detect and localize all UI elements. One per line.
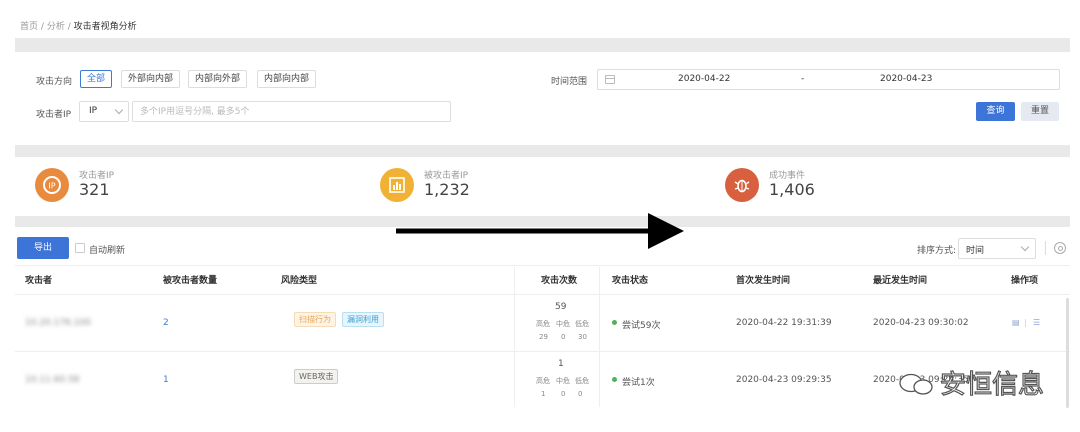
svg-text:IP: IP: [48, 182, 55, 191]
risk-tag: WEB攻击: [294, 369, 339, 384]
level-value-low: 30: [578, 333, 587, 341]
divider: |: [1024, 318, 1027, 327]
risk-tag: 扫描行为: [294, 312, 336, 327]
success-events-stat-value: 1,406: [769, 180, 815, 199]
breadcrumb-separator: /: [67, 22, 71, 32]
chevron-down-icon: [1020, 242, 1030, 252]
analyze-icon[interactable]: ☰: [1033, 318, 1040, 327]
breadcrumb-current: 攻击者视角分析: [73, 22, 137, 32]
column-header-attack-status[interactable]: 攻击状态: [612, 273, 648, 286]
direction-option-outside-in[interactable]: 外部向内部: [121, 70, 181, 88]
level-label-low: 低危: [575, 377, 589, 385]
ip-type-select[interactable]: IP: [79, 101, 129, 122]
attacker-ip-cell[interactable]: 10.20.176.100: [25, 318, 91, 328]
level-value-medium: 0: [561, 390, 566, 398]
date-separator: -: [801, 74, 805, 84]
level-label-high: 高危: [536, 377, 550, 385]
divider: [1045, 241, 1046, 255]
breadcrumb: 首页 / 分析 / 攻击者视角分析: [20, 19, 137, 32]
level-label-low: 低危: [575, 320, 589, 328]
last-time-cell: 2020-04-23 09:30:02: [873, 318, 969, 328]
level-value-medium: 0: [561, 333, 566, 341]
victim-count-cell[interactable]: 2: [163, 318, 169, 328]
chart-icon: [380, 168, 414, 202]
column-header-risk-type[interactable]: 风险类型: [281, 273, 317, 286]
column-header-last-time[interactable]: 最近发生时间: [873, 273, 927, 286]
row-border: [15, 351, 1070, 352]
scrollbar[interactable]: [1066, 298, 1069, 408]
ip-search-input[interactable]: [132, 101, 451, 122]
date-start[interactable]: 2020-04-22: [678, 74, 730, 84]
level-label-high: 高危: [536, 320, 550, 328]
chevron-down-icon: [114, 105, 124, 115]
column-header-attacker[interactable]: 攻击者: [25, 273, 52, 286]
column-divider: [599, 267, 600, 407]
level-value-low: 0: [578, 390, 583, 398]
column-header-first-time[interactable]: 首次发生时间: [736, 273, 790, 286]
date-end[interactable]: 2020-04-23: [880, 74, 932, 84]
column-header-attack-count[interactable]: 攻击次数: [541, 273, 577, 286]
status-dot: [612, 377, 617, 382]
arrow-icon: [396, 213, 684, 249]
column-divider: [514, 267, 515, 407]
level-value-high: 1: [541, 390, 546, 398]
direction-option-all[interactable]: 全部: [80, 70, 113, 88]
watermark-text: 安恒信息: [939, 369, 1045, 400]
time-range-label: 时间范围: [551, 77, 588, 87]
attack-total-cell: 59: [555, 302, 567, 312]
victim-count-cell[interactable]: 1: [163, 375, 169, 385]
auto-refresh-checkbox[interactable]: [75, 243, 85, 253]
attacker-ip-label: 攻击者IP: [36, 110, 72, 120]
column-header-actions: 操作项: [1011, 276, 1039, 286]
first-time-cell: 2020-04-22 19:31:39: [736, 318, 832, 328]
column-header-victim-count[interactable]: 被攻击者数量: [163, 273, 217, 286]
level-label-medium: 中危: [556, 320, 570, 328]
reset-button[interactable]: 重置: [1021, 102, 1059, 121]
breadcrumb-home[interactable]: 首页: [20, 22, 38, 32]
direction-option-inside-in[interactable]: 内部向内部: [257, 70, 317, 88]
gear-icon[interactable]: [1054, 242, 1066, 254]
attack-total-cell: 1: [558, 359, 564, 369]
sort-value: 时间: [966, 246, 985, 256]
risk-tag: 漏洞利用: [342, 312, 384, 327]
attack-status-cell: 尝试1次: [622, 378, 655, 388]
calendar-icon: [605, 75, 615, 84]
export-button[interactable]: 导出: [17, 237, 69, 259]
auto-refresh-label: 自动刷新: [89, 246, 126, 256]
search-button[interactable]: 查询: [976, 102, 1015, 121]
section-divider: [15, 145, 1070, 157]
attacker-ip-cell[interactable]: 10.11.60.58: [25, 375, 79, 385]
section-divider: [15, 38, 1070, 52]
wechat-logo-icon: [899, 373, 933, 395]
sort-select[interactable]: 时间: [958, 238, 1036, 259]
breadcrumb-analysis[interactable]: 分析: [47, 22, 65, 32]
status-dot: [612, 320, 617, 325]
table-top-border: [15, 265, 1070, 266]
bug-icon: [725, 168, 759, 202]
breadcrumb-separator: /: [40, 22, 44, 32]
level-value-high: 29: [539, 333, 548, 341]
victim-ip-stat-value: 1,232: [424, 180, 470, 199]
ip-type-value: IP: [89, 106, 98, 116]
table-header-border: [15, 294, 1070, 295]
date-range-picker[interactable]: 2020-04-22 - 2020-04-23: [597, 69, 1060, 90]
attack-status-cell: 尝试59次: [622, 321, 661, 331]
ip-icon: IP: [35, 168, 69, 202]
sort-label: 排序方式:: [917, 246, 957, 256]
detail-icon[interactable]: ▤: [1012, 318, 1020, 327]
first-time-cell: 2020-04-23 09:29:35: [736, 375, 832, 385]
direction-option-inside-out[interactable]: 内部向外部: [188, 70, 248, 88]
attacker-ip-stat-value: 321: [79, 180, 110, 199]
level-label-medium: 中危: [556, 377, 570, 385]
direction-label: 攻击方向: [36, 77, 73, 87]
